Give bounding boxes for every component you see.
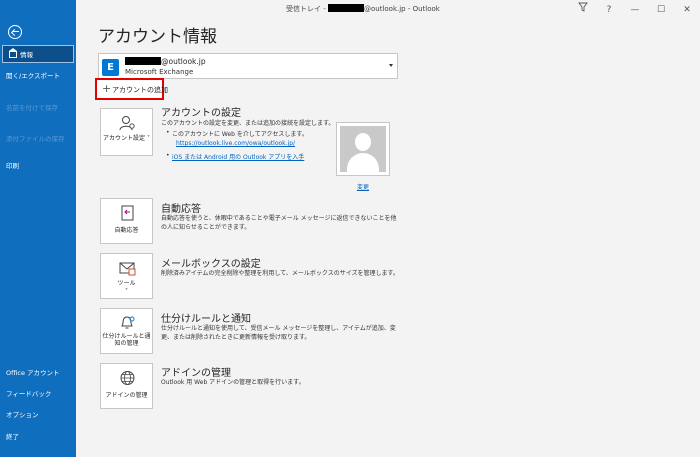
manage-rules-tile-label: 仕分けルールと通知の管理 (102, 333, 151, 347)
addins-title: アドインの管理 (161, 368, 231, 379)
account-selector[interactable]: E @outlook.jp Microsoft Exchange (98, 53, 398, 79)
account-email-suffix: @outlook.jp (161, 57, 206, 66)
manage-rules-button[interactable]: 仕分けルールと通知の管理 (100, 308, 153, 354)
home-icon (9, 48, 17, 58)
mailbox-tools-icon (119, 262, 136, 276)
manage-addins-tile-label: アドインの管理 (105, 392, 148, 399)
account-settings-title: アカウントの設定 (161, 108, 241, 119)
add-account-label: アカウントの追加 (112, 86, 168, 94)
addins-desc: Outlook 用 Web アドインの管理と取得を行います。 (161, 379, 305, 386)
change-photo-link[interactable]: 変更 (357, 182, 369, 191)
globe-icon (120, 371, 135, 385)
nav-save-as: 名前を付けて保存 (6, 104, 58, 112)
restore-button[interactable]: ☐ (648, 0, 674, 20)
tools-button[interactable]: ツール ˅ (100, 253, 153, 299)
close-button[interactable]: ✕ (674, 0, 700, 20)
page-title: アカウント情報 (98, 27, 217, 47)
auto-reply-button[interactable]: 自動応答 (100, 198, 153, 244)
title-bar: 受信トレイ - @outlook.jp - Outlook ? — ☐ ✕ (76, 0, 700, 20)
mobile-app-bullet: iOS または Android 用の Outlook アプリを入手 (166, 152, 304, 161)
redacted-block (327, 4, 364, 12)
chevron-down-icon (389, 64, 393, 67)
web-access-text: このアカウントに Web を介してアクセスします。 (166, 129, 308, 138)
account-info-page: アカウント情報 E @outlook.jp Microsoft Exchange… (76, 20, 700, 457)
auto-reply-tile-label: 自動応答 (114, 227, 139, 234)
tools-tile-label: ツール (117, 280, 136, 287)
rules-title: 仕分けルールと通知 (161, 314, 251, 325)
auto-reply-title: 自動応答 (161, 204, 201, 215)
nav-feedback[interactable]: フィードバック (0, 385, 76, 403)
rules-alerts-icon (121, 316, 135, 329)
add-account-button[interactable]: + アカウントの追加 (95, 78, 168, 100)
redacted-block (125, 57, 161, 65)
manage-addins-button[interactable]: アドインの管理 (100, 363, 153, 409)
nav-print[interactable]: 印刷 (0, 157, 76, 175)
back-arrow-icon[interactable] (8, 25, 22, 39)
nav-save-attachments: 添付ファイルの保存 (6, 135, 65, 143)
account-settings-tile-label: アカウント設定 ˅ (103, 135, 150, 142)
title-suffix: @outlook.jp - Outlook (363, 5, 440, 13)
mailbox-settings-title: メールボックスの設定 (161, 259, 261, 270)
backstage-sidebar: 情報 開く/エクスポート 名前を付けて保存 添付ファイルの保存 印刷 Offic… (0, 0, 76, 457)
profile-picture (336, 122, 390, 176)
mobile-app-link[interactable]: iOS または Android 用の Outlook アプリを入手 (172, 154, 304, 161)
help-button[interactable]: ? (596, 0, 622, 20)
account-type: Microsoft Exchange (125, 68, 194, 76)
nav-info[interactable]: 情報 (2, 45, 74, 63)
auto-reply-icon (121, 205, 134, 221)
presenter-icon[interactable] (570, 0, 596, 20)
title-prefix: 受信トレイ - (286, 5, 328, 13)
nav-info-label: 情報 (20, 51, 33, 59)
minimize-button[interactable]: — (622, 0, 648, 20)
plus-icon: + (102, 82, 112, 95)
account-settings-button[interactable]: アカウント設定 ˅ (100, 108, 153, 156)
account-email: @outlook.jp (125, 57, 206, 66)
window-title: 受信トレイ - @outlook.jp - Outlook (286, 4, 440, 14)
chevron-down-icon: ˅ (125, 288, 128, 295)
mailbox-settings-desc: 削除済みアイテムの完全削除や整理を利用して、メールボックスのサイズを管理します。 (161, 270, 399, 277)
nav-open-export[interactable]: 開く/エクスポート (0, 67, 76, 85)
auto-reply-desc: 自動応答を使うと、休暇中であることや電子メール メッセージに返信できないことを他… (161, 215, 397, 231)
account-settings-icon (119, 116, 135, 131)
nav-office-account[interactable]: Office アカウント (0, 364, 76, 382)
nav-options[interactable]: オプション (0, 406, 76, 424)
exchange-icon: E (102, 59, 124, 76)
owa-link[interactable]: https://outlook.live.com/owa/outlook.jp/ (176, 140, 295, 147)
rules-desc: 仕分けルールと通知を使用して、受信メール メッセージを整理し、アイテムが追加、変… (161, 325, 396, 341)
nav-exit[interactable]: 終了 (0, 428, 76, 446)
